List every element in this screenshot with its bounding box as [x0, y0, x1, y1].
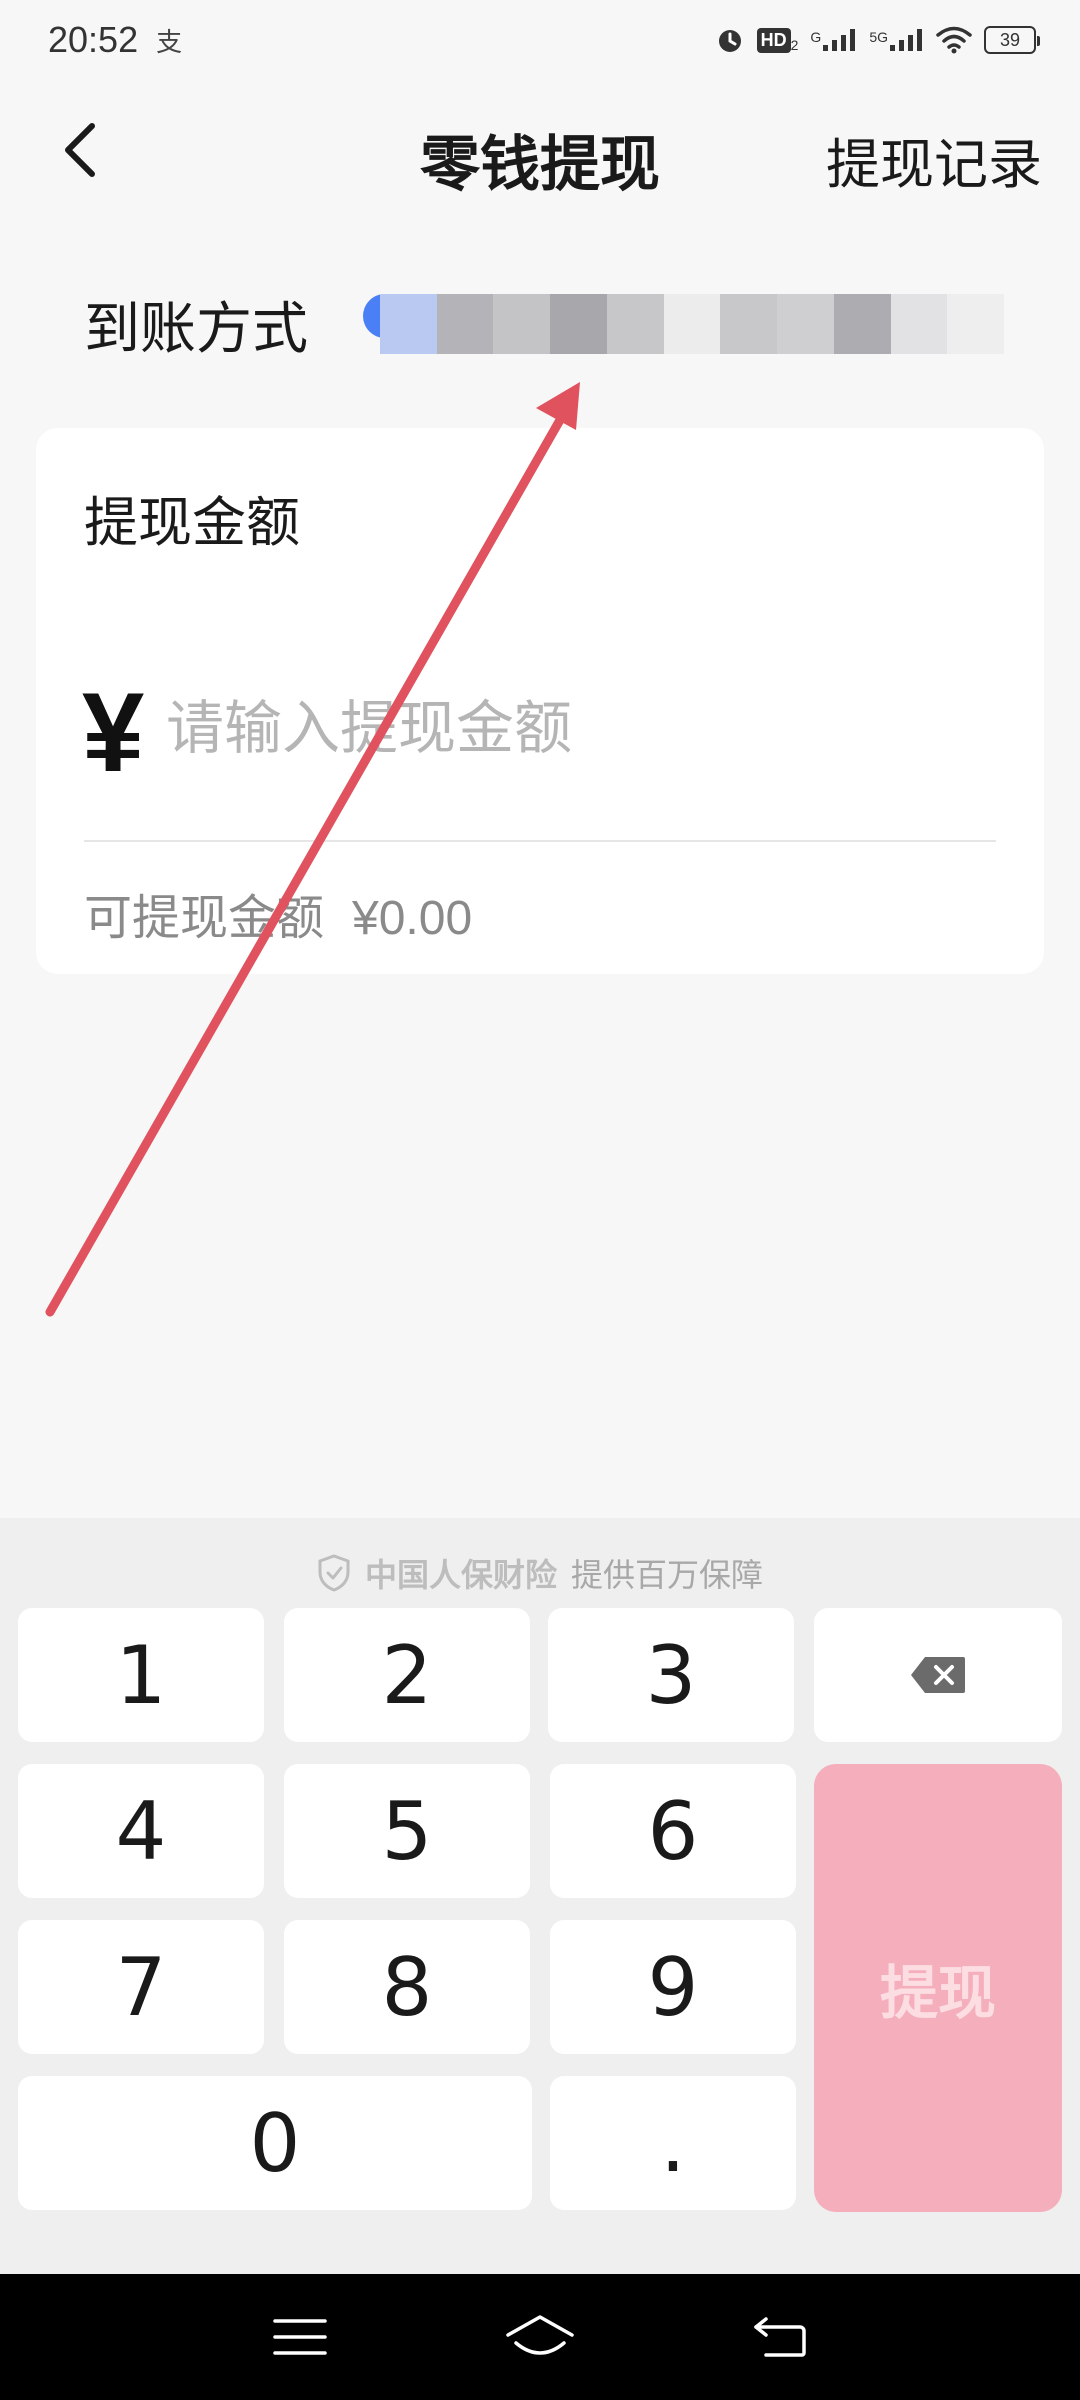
backspace-key[interactable] [814, 1608, 1062, 1742]
signal-bars-5g-icon [890, 29, 922, 51]
nav-bar: 零钱提现 提现记录 [0, 80, 1080, 220]
withdraw-amount-title: 提现金额 [84, 491, 300, 554]
return-icon [754, 2317, 806, 2357]
status-bar: 20:52 支 HD 2 G 5G 39 [0, 0, 1080, 80]
key-decimal[interactable]: . [550, 2076, 796, 2210]
withdraw-amount-card: 提现金额 ¥ 可提现金额 ¥0.00 [36, 428, 1044, 974]
receive-account-blurred[interactable] [380, 294, 1005, 354]
key-0[interactable]: 0 [18, 2076, 532, 2210]
status-right: HD 2 G 5G 39 [715, 25, 1040, 55]
signal-1-label: G [810, 29, 822, 45]
available-balance-value: ¥0.00 [352, 892, 473, 945]
available-balance-row: 可提现金额 ¥0.00 [84, 878, 472, 948]
hd-sub-label: 2 [790, 36, 799, 53]
card-divider [84, 840, 996, 842]
home-icon [506, 2315, 574, 2355]
signal-bars-icon [823, 29, 856, 51]
battery-icon: 39 [984, 26, 1040, 54]
key-9[interactable]: 9 [550, 1920, 796, 2054]
system-menu-button[interactable] [245, 2297, 355, 2377]
system-navigation-bar [0, 2274, 1080, 2400]
insurance-text: 提供百万保障 [571, 1556, 764, 1594]
system-back-button[interactable] [725, 2297, 835, 2377]
key-8[interactable]: 8 [284, 1920, 530, 2054]
key-3[interactable]: 3 [548, 1608, 794, 1742]
key-6[interactable]: 6 [550, 1764, 796, 1898]
key-2[interactable]: 2 [284, 1608, 530, 1742]
backspace-icon [911, 1657, 965, 1693]
signal-1-icon: G [810, 29, 857, 51]
key-7[interactable]: 7 [18, 1920, 264, 2054]
signal-2-label: 5G [869, 29, 888, 45]
insurance-note: 中国人保财险 提供百万保障 [0, 1548, 1080, 1598]
shield-check-icon [318, 1554, 350, 1592]
available-balance-label: 可提现金额 [84, 890, 325, 946]
system-home-button[interactable] [485, 2297, 595, 2377]
amount-input[interactable] [166, 678, 986, 778]
alarm-icon [718, 30, 741, 52]
receive-method-label: 到账方式 [84, 297, 308, 362]
menu-icon [273, 2319, 327, 2355]
status-left: 20:52 支 [48, 19, 182, 61]
hd-icon: HD 2 [756, 27, 799, 53]
currency-symbol: ¥ [82, 670, 145, 795]
withdrawal-history-link[interactable]: 提现记录 [826, 120, 1042, 199]
hd-label: HD [756, 27, 791, 53]
wifi-icon [936, 26, 972, 54]
alipay-notification-icon: 支 [156, 27, 183, 58]
insurance-brand: 中国人保财险 [364, 1556, 557, 1594]
withdraw-submit-button[interactable]: 提现 [814, 1764, 1062, 2212]
signal-2-icon: 5G [869, 29, 924, 51]
key-4[interactable]: 4 [18, 1764, 264, 1898]
key-1[interactable]: 1 [18, 1608, 264, 1742]
status-time: 20:52 [48, 19, 139, 60]
key-5[interactable]: 5 [284, 1764, 530, 1898]
numeric-keyboard: 中国人保财险 提供百万保障 1 2 3 4 5 6 7 8 9 0 . 提现 [0, 1518, 1080, 2274]
